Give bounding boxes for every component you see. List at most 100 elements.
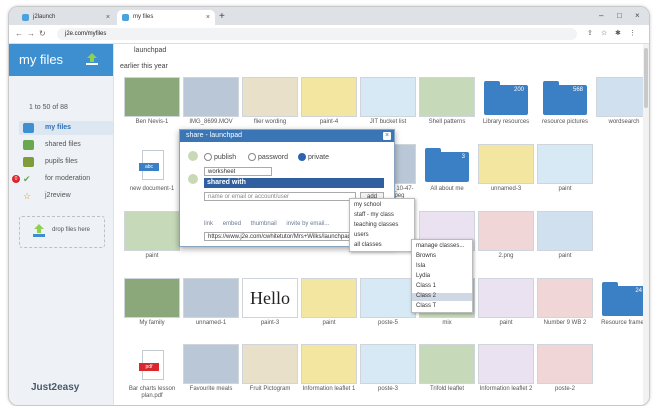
menu-item[interactable]: Lydia (416, 273, 430, 279)
menu-item[interactable]: manage classes... (416, 243, 464, 249)
file-tile[interactable]: unnamed-3 (476, 144, 536, 210)
menu-item[interactable]: my school (354, 202, 381, 208)
file-caption: Fruit Pictogram (249, 386, 291, 392)
sidebar-item-label: my files (45, 124, 72, 131)
menu-item[interactable]: Class 1 (416, 283, 436, 289)
radio-publish[interactable]: publish (204, 153, 236, 161)
bookmark-star-icon[interactable]: ☆ (601, 25, 607, 43)
link-tab[interactable]: link (204, 221, 213, 227)
radio-password[interactable]: password (248, 153, 288, 161)
file-tile[interactable]: Information leaflet 2 (476, 344, 536, 405)
minimize-icon[interactable]: – (599, 7, 603, 25)
scrollbar-thumb[interactable] (644, 48, 648, 108)
invite-by-email-tab[interactable]: invite by email... (286, 221, 329, 227)
file-tile[interactable]: 3 All about me (417, 144, 477, 210)
close-window-icon[interactable]: × (635, 7, 640, 25)
type-select[interactable]: worksheet (204, 167, 272, 176)
thumbnail-image (124, 211, 180, 251)
tab-my-files[interactable]: my files × (117, 10, 215, 25)
file-tile[interactable]: 2.png (476, 211, 536, 277)
menu-item-highlighted[interactable]: Class 2 (412, 293, 472, 301)
file-tile[interactable]: Shell patterns (417, 77, 477, 143)
sidebar-item-my-files[interactable]: my files (19, 121, 113, 135)
file-tile[interactable]: Information leaflet 1 (299, 344, 359, 405)
check-icon: ✔ (23, 174, 31, 184)
menu-item[interactable]: teaching classes (354, 222, 398, 228)
scrollbar[interactable] (643, 44, 649, 405)
file-tile[interactable]: 568 resource pictures (535, 77, 595, 143)
file-tile[interactable]: poste-2 (535, 344, 595, 405)
thumbnail-image (419, 77, 475, 117)
file-tile[interactable]: unnamed-1 (181, 278, 241, 344)
new-tab-icon[interactable]: + (219, 10, 225, 24)
top-caption: launchpad (134, 47, 167, 54)
file-tile[interactable]: Hello paint-3 (240, 278, 300, 344)
thumbnail-image (242, 77, 298, 117)
file-tile[interactable]: Ben Nevis-1 (122, 77, 182, 143)
forward-icon[interactable]: → (27, 25, 35, 43)
tab-label: my files (133, 14, 154, 20)
class-submenu: manage classes... Browns Isla Lydia Clas… (411, 239, 473, 313)
menu-item[interactable]: users (354, 232, 369, 238)
file-tile[interactable]: paint (535, 144, 595, 210)
file-tile[interactable]: wordsearch (594, 77, 649, 143)
drop-label: drop files here (52, 227, 91, 233)
sidebar-item-j2review[interactable]: ☆ j2review (19, 189, 113, 203)
file-tile[interactable]: My family (122, 278, 182, 344)
sidebar-item-label: j2review (45, 192, 71, 199)
menu-item[interactable]: staff - my class (354, 212, 394, 218)
menu-item[interactable]: Class T (416, 303, 436, 309)
menu-item[interactable]: Isla (416, 263, 425, 269)
reload-icon[interactable]: ↻ (39, 25, 46, 43)
file-tile[interactable]: Number 9 WB 2 (535, 278, 595, 344)
file-caption: Shell patterns (428, 119, 466, 125)
menu-item[interactable]: Browns (416, 253, 436, 259)
embed-tab[interactable]: embed (223, 221, 241, 227)
close-tab-icon[interactable]: × (106, 10, 110, 25)
file-tile[interactable]: Trifold leaflet (417, 344, 477, 405)
brand-logo: Just2easy (31, 382, 80, 393)
file-tile[interactable]: poste-3 (358, 344, 418, 405)
upload-icon[interactable] (85, 53, 99, 65)
site-icon (22, 14, 29, 21)
file-tile[interactable]: Fruit Pictogram (240, 344, 300, 405)
tab-j2launch[interactable]: j2launch × (17, 10, 115, 25)
globe-icon (188, 151, 198, 161)
extensions-icon[interactable]: ✱ (615, 25, 621, 43)
close-tab-icon[interactable]: × (206, 10, 210, 25)
thumbnail-image (242, 344, 298, 384)
file-caption: My family (139, 320, 165, 326)
share-email-input[interactable]: name or email or account/user (204, 192, 356, 201)
sidebar-header: my files (9, 44, 113, 76)
thumbnail-image (183, 77, 239, 117)
tab-label: j2launch (33, 14, 56, 20)
url-field[interactable]: j2e.com/myfiles (57, 28, 577, 40)
file-tile[interactable]: paint (476, 278, 536, 344)
file-tile[interactable]: abc new document-1 (122, 144, 182, 210)
menu-item[interactable]: all classes (354, 242, 382, 248)
file-tile[interactable]: paint (535, 211, 595, 277)
menu-dots-icon[interactable]: ⋮ (629, 25, 636, 43)
thumbnail-tab[interactable]: thumbnail (251, 221, 277, 227)
maximize-icon[interactable]: □ (617, 7, 622, 25)
file-tile[interactable]: paint (299, 278, 359, 344)
file-caption: Favourite meals (189, 386, 233, 392)
radio-private[interactable]: private (298, 153, 329, 161)
sidebar-item-pupils-files[interactable]: pupils files (19, 155, 113, 169)
file-tile[interactable]: Favourite meals (181, 344, 241, 405)
file-tile[interactable]: pdf Bar charts lesson plan.pdf (122, 344, 182, 405)
tab-bar: j2launch × my files × + – □ × (9, 7, 649, 25)
drop-zone[interactable]: drop files here (19, 216, 105, 248)
file-tile[interactable]: poste-5 (358, 278, 418, 344)
back-icon[interactable]: ← (15, 25, 23, 43)
file-tile[interactable]: 200 Library resources (476, 77, 536, 143)
file-tile[interactable]: 24 Resource frames (594, 278, 649, 344)
sidebar-item-shared-files[interactable]: shared files (19, 138, 113, 152)
menu-item-label: Class 2 (416, 293, 437, 299)
share-page-icon[interactable]: ⇪ (587, 25, 593, 43)
file-caption: paint-4 (319, 119, 339, 125)
sidebar-item-for-moderation[interactable]: 0 ✔ for moderation (12, 172, 113, 186)
close-dialog-icon[interactable]: × (383, 132, 391, 140)
file-caption: paint (322, 320, 336, 326)
file-tile[interactable]: paint (122, 211, 182, 277)
